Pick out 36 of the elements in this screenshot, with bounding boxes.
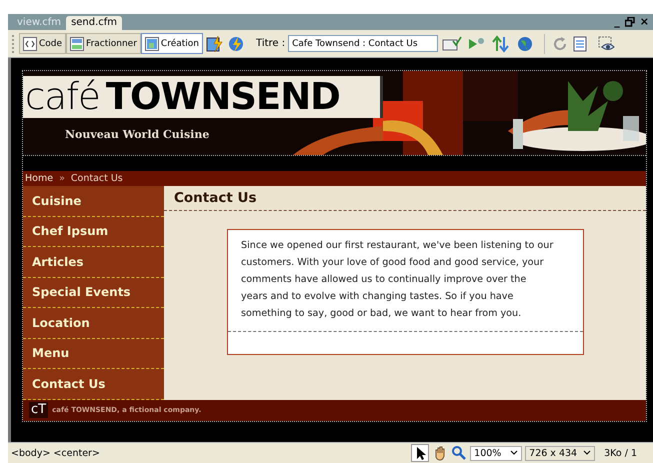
split-view-icon <box>70 36 84 50</box>
view-button[interactable]: Code <box>19 33 66 54</box>
view-button[interactable]: Fractionner <box>66 33 141 54</box>
minimize-button[interactable]: _ <box>614 16 620 28</box>
restore-icon[interactable] <box>624 17 635 27</box>
zoom-icon[interactable] <box>451 445 468 461</box>
caret-icon <box>583 450 592 456</box>
pointer-icon[interactable] <box>411 444 430 462</box>
logo-word: café <box>25 76 100 118</box>
zoom-dropdown[interactable]: 100% <box>470 446 522 460</box>
document-tab[interactable]: send.cfm <box>66 16 122 30</box>
page-lightning-icon[interactable] <box>206 34 224 52</box>
nav-item[interactable]: Menu <box>23 338 164 369</box>
message-text: Since we opened our first restaurant, we've been listening to our customers. With your love of good food and good service, your comments have allowed us to continually improve over the years and to evolve with changing tastes. So if you have something to say, good or bad, we want to hear from you. <box>240 239 554 321</box>
breadcrumb-separator: » <box>59 173 65 184</box>
code-brackets-icon <box>23 36 37 50</box>
nav-item[interactable]: Location <box>23 308 164 338</box>
validate-icon[interactable] <box>441 34 464 52</box>
title-field[interactable]: Cafe Townsend : Contact Us <box>288 35 438 52</box>
page-heading: Contact Us <box>164 186 646 211</box>
logo-word: TOWNSEND <box>106 76 340 118</box>
footer-logo: cT <box>29 402 48 418</box>
breadcrumb-link[interactable]: Home <box>25 173 54 184</box>
breadcrumb-current: Contact Us <box>70 173 123 184</box>
tag-selector[interactable]: <body> <center> <box>11 448 100 458</box>
tagline: Nouveau World Cuisine <box>65 128 210 141</box>
title-label: Titre : <box>256 38 286 49</box>
close-button[interactable]: × <box>640 16 649 28</box>
view-button[interactable]: Création <box>140 33 204 54</box>
design-view-icon <box>144 36 159 50</box>
nav-item[interactable]: Articles <box>23 247 164 278</box>
file-size: 3Ko / 1 <box>603 448 638 458</box>
nav-item[interactable]: Chef Ipsum <box>23 216 164 247</box>
window-size-dropdown[interactable]: 726 x 434 <box>525 446 596 460</box>
caret-icon <box>510 450 518 456</box>
nav-item[interactable]: Special Events <box>23 278 164 308</box>
